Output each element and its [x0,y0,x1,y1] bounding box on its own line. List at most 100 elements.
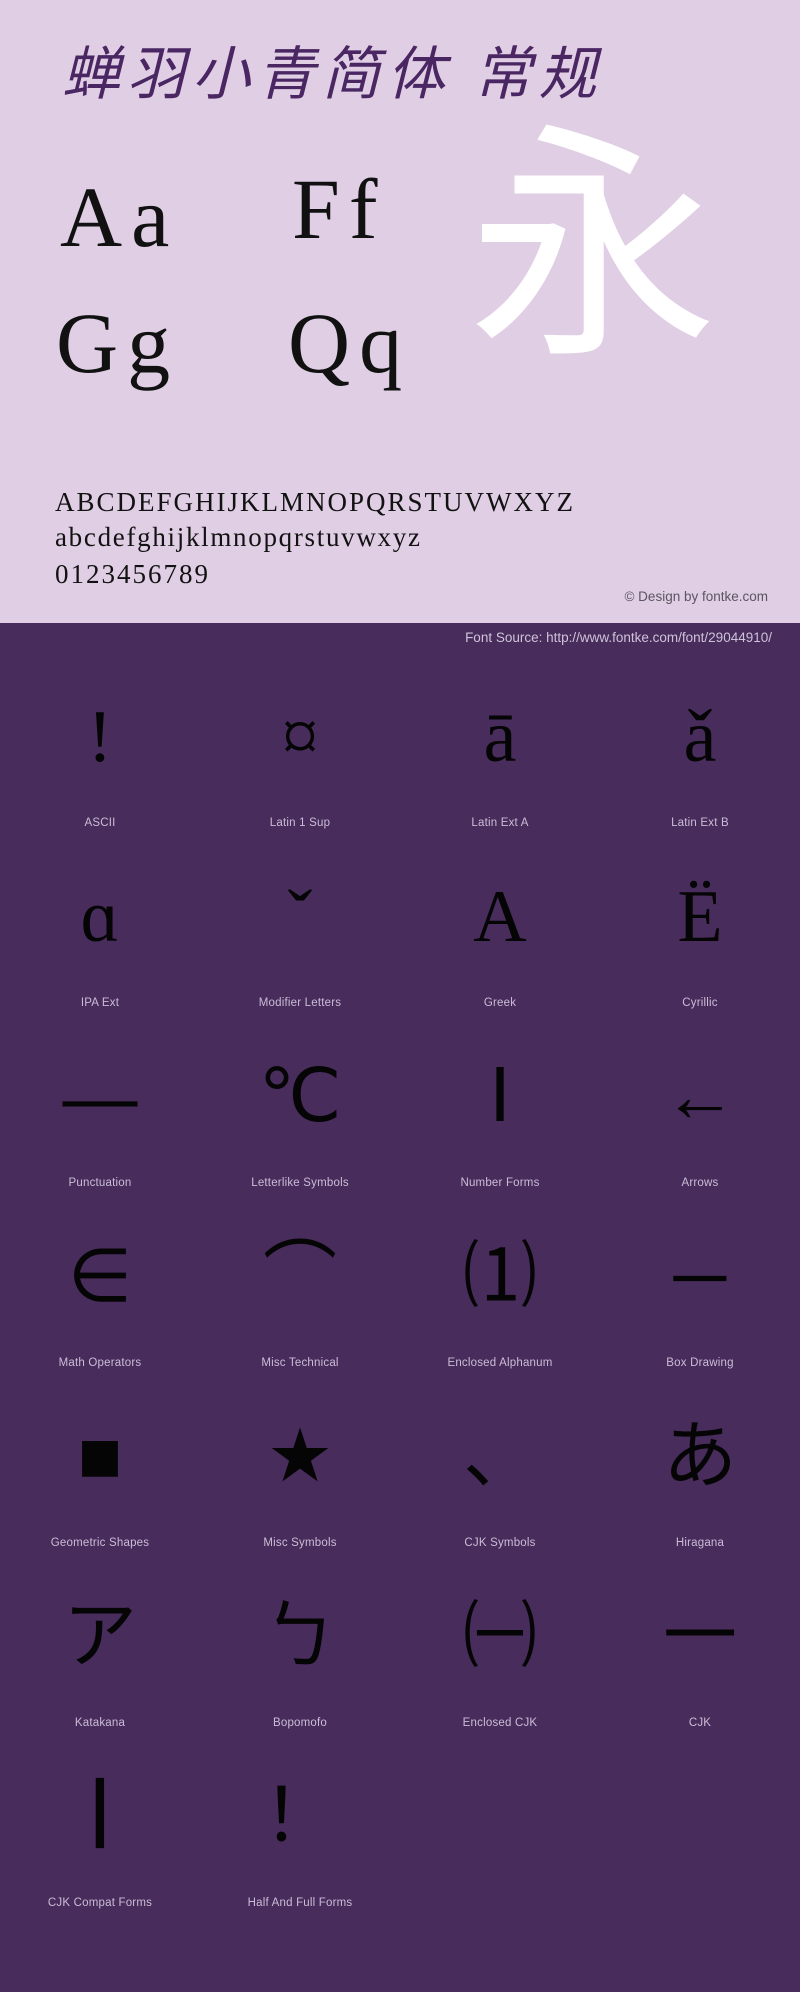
unicode-block-label: Misc Symbols [263,1537,337,1549]
showcase-pair-ff: Ff [292,161,387,257]
unicode-block-glyph: ! [87,696,113,778]
unicode-block-cell[interactable]: 一 CJK [600,1561,800,1741]
unicode-block-cell[interactable]: Ⅰ Number Forms [400,1021,600,1201]
unicode-block-cell[interactable]: ⌒ Misc Technical [200,1201,400,1381]
unicode-block-glyph: ★ [266,1416,334,1498]
unicode-block-cell[interactable]: 丨 CJK Compat Forms [0,1741,200,1921]
unicode-block-cell[interactable]: ǎ Latin Ext B [600,661,800,841]
unicode-block-glyph: ■ [77,1416,123,1498]
unicode-block-glyph: 一 [663,1596,737,1678]
unicode-block-cell[interactable]: ア Katakana [0,1561,200,1741]
unicode-block-label: CJK Compat Forms [47,1897,153,1909]
unicode-block-cell[interactable]: ⑴ Enclosed Alphanum [400,1201,600,1381]
unicode-block-label: Letterlike Symbols [251,1177,349,1189]
unicode-block-glyph: ─ [673,1236,727,1318]
unicode-block-label: Katakana [74,1717,126,1729]
unicode-block-cell[interactable]: ■ Geometric Shapes [0,1381,200,1561]
unicode-block-label: Latin 1 Sup [269,817,331,829]
unicode-block-glyph: ā [483,696,517,778]
font-specimen-page: 蝉羽小青简体 常规 Aa Ff Gg Qq 永 ABCDEFGHIJKLMNOP… [0,0,800,1992]
alphabet-uppercase: ABCDEFGHIJKLMNOPQRSTUVWXYZ [55,487,576,517]
unicode-block-cell[interactable]: ∈ Math Operators [0,1201,200,1381]
unicode-block-row: — Punctuation ℃ Letterlike Symbols Ⅰ Number F… [0,1021,800,1201]
unicode-block-label: Box Drawing [666,1357,734,1369]
unicode-block-label: Half And Full Forms [247,1897,353,1909]
unicode-block-glyph: あ [663,1416,737,1498]
font-source-bar: Font Source: http://www.fontke.com/font/… [0,623,800,655]
unicode-block-label: Enclosed Alphanum [447,1357,553,1369]
unicode-block-cell[interactable]: ℃ Letterlike Symbols [200,1021,400,1201]
unicode-block-label: Bopomofo [272,1717,328,1729]
unicode-blocks-grid: ! ASCII ¤ Latin 1 Sup ā Latin Ext A ǎ Latin Ext… [0,661,800,1921]
unicode-block-glyph: 、 [463,1416,537,1498]
unicode-block-label: Enclosed CJK [462,1717,538,1729]
unicode-block-glyph: ！ [263,1776,337,1858]
alphabet-lowercase: abcdefghijklmnopqrstuvwxyz [55,522,422,552]
unicode-block-cell[interactable]: ! ASCII [0,661,200,841]
unicode-block-glyph: ⑴ [463,1236,537,1318]
unicode-blocks-panel: Font Source: http://www.fontke.com/font/… [0,623,800,1992]
unicode-block-row: ! ASCII ¤ Latin 1 Sup ā Latin Ext A ǎ Latin Ext… [0,661,800,841]
specimen-preview-panel: 蝉羽小青简体 常规 Aa Ff Gg Qq 永 ABCDEFGHIJKLMNOP… [0,0,800,623]
unicode-block-label: ASCII [84,817,116,829]
unicode-block-cell[interactable]: ɑ IPA Ext [0,841,200,1021]
unicode-block-glyph: ˇ [287,876,313,958]
unicode-block-cell[interactable]: 、 CJK Symbols [400,1381,600,1561]
unicode-block-glyph: ㄅ [263,1596,337,1678]
unicode-block-cell[interactable]: ★ Misc Symbols [200,1381,400,1561]
unicode-block-label: Misc Technical [261,1357,339,1369]
unicode-block-glyph: ¤ [281,696,319,778]
unicode-block-cell[interactable]: Α Greek [400,841,600,1021]
unicode-block-cell-empty [400,1741,600,1921]
unicode-block-label: Arrows [681,1177,719,1189]
unicode-block-glyph: ← [663,1056,737,1138]
unicode-block-label: Cyrillic [682,997,718,1009]
unicode-block-row: ∈ Math Operators ⌒ Misc Technical ⑴ Enclosed … [0,1201,800,1381]
unicode-block-glyph: Ⅰ [489,1056,511,1138]
unicode-block-row: ɑ IPA Ext ˇ Modifier Letters Α Greek Ё Cyrillic [0,841,800,1021]
unicode-block-cell[interactable]: ¤ Latin 1 Sup [200,661,400,841]
unicode-block-cell[interactable]: ㄅ Bopomofo [200,1561,400,1741]
unicode-block-cell[interactable]: Ё Cyrillic [600,841,800,1021]
font-source-link[interactable]: Font Source: http://www.fontke.com/font/… [465,630,772,645]
unicode-block-glyph: ɑ [80,876,120,958]
unicode-block-row: ■ Geometric Shapes ★ Misc Symbols 、 CJK Symbo… [0,1381,800,1561]
unicode-block-cell[interactable]: — Punctuation [0,1021,200,1201]
unicode-block-glyph: ㈠ [463,1596,537,1678]
unicode-block-label: CJK [688,1717,712,1729]
unicode-block-glyph: — [63,1056,137,1138]
unicode-block-cell[interactable]: ！ Half And Full Forms [200,1741,400,1921]
unicode-block-cell[interactable]: ─ Box Drawing [600,1201,800,1381]
unicode-block-glyph: ⌒ [263,1236,337,1318]
unicode-block-glyph: ア [63,1596,137,1678]
showcase-pair-aa: Aa [60,169,179,265]
unicode-block-glyph: 丨 [63,1776,137,1858]
glyph-showcase: Aa Ff Gg Qq 永 [0,126,800,420]
alphabet-digits: 0123456789 [55,559,210,589]
showcase-cjk-character: 永 [468,112,718,389]
unicode-block-label: Hiragana [675,1537,725,1549]
unicode-block-cell[interactable]: ˇ Modifier Letters [200,841,400,1021]
unicode-block-glyph: Ё [677,876,723,958]
unicode-block-glyph: ∈ [67,1236,133,1318]
unicode-block-label: Modifier Letters [258,997,342,1009]
unicode-block-cell[interactable]: ā Latin Ext A [400,661,600,841]
unicode-block-cell[interactable]: ← Arrows [600,1021,800,1201]
unicode-block-glyph: ǎ [683,696,717,778]
unicode-block-cell[interactable]: ㈠ Enclosed CJK [400,1561,600,1741]
unicode-block-label: Geometric Shapes [50,1537,150,1549]
latin-showcase-group: Aa Ff Gg Qq [56,160,496,410]
unicode-block-label: IPA Ext [80,997,120,1009]
unicode-block-cell-empty [600,1741,800,1921]
showcase-pair-gg: Gg [56,295,180,391]
unicode-block-cell[interactable]: あ Hiragana [600,1381,800,1561]
unicode-block-label: Latin Ext A [471,817,529,829]
unicode-block-glyph: Α [473,876,527,958]
alphabet-block: ABCDEFGHIJKLMNOPQRSTUVWXYZ abcdefghijklm… [55,485,575,593]
unicode-block-label: Math Operators [58,1357,142,1369]
showcase-pair-qq: Qq [288,295,412,391]
unicode-block-label: Number Forms [460,1177,540,1189]
unicode-block-label: Punctuation [68,1177,132,1189]
unicode-block-row: 丨 CJK Compat Forms ！ Half And Full Forms [0,1741,800,1921]
unicode-block-label: Latin Ext B [671,817,729,829]
